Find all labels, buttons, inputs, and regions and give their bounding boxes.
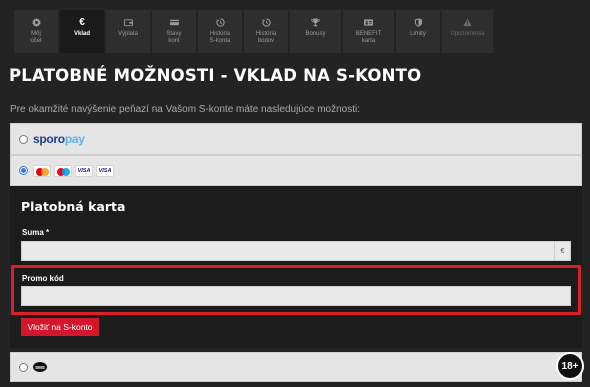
deposit-submit-button[interactable]: Vložiť na S-konto [21,318,99,336]
payment-option-sms[interactable]: SMS [10,352,582,382]
account-tabs: Môj účet € Vklad Výplata Stavy kont Hist… [14,10,493,53]
tab-my-account[interactable]: Môj účet [14,10,58,53]
card-radio[interactable] [19,166,28,175]
tab-account-history[interactable]: História S-konta [198,10,242,53]
id-card-icon [364,16,373,28]
sporopay-logo-part1: sporo [33,132,65,146]
amount-input[interactable]: € [21,241,571,261]
tab-notifications[interactable]: Upozornenia [442,10,493,53]
euro-icon: € [79,16,85,28]
history-icon [261,16,271,28]
visa-electron-icon: VISA [96,164,114,177]
tab-label: História bodov [255,31,277,44]
maestro-icon [54,164,72,177]
amount-label: Suma * [22,228,50,237]
mastercard-icon [33,164,51,177]
sporopay-logo-part2: pay [64,132,85,146]
tab-withdrawal[interactable]: Výplata [106,10,150,53]
tab-bonuses[interactable]: Bonusy [290,10,341,53]
promo-highlight-box [11,265,581,315]
tab-benefit-card[interactable]: BENEFIT karta [343,10,394,53]
trophy-icon [311,16,320,28]
euro-suffix: € [554,242,570,260]
tab-label: Výplata [117,31,138,37]
tab-label: BENEFIT karta [355,31,382,44]
sporopay-logo: sporopay [33,132,85,146]
tab-label: História S-konta [209,31,231,44]
intro-text: Pre okamžité navýšenie peňazí na Vašom S… [10,104,360,115]
sporopay-radio[interactable] [19,134,28,144]
tab-limits[interactable]: Limity [396,10,440,53]
tab-deposit[interactable]: € Vklad [60,10,104,53]
tab-label: Bonusy [305,31,326,37]
card-icon [169,16,179,28]
payment-option-sporopay[interactable]: sporopay [10,123,582,155]
wallet-icon [123,16,133,28]
tab-account-balances[interactable]: Stavy kont [152,10,196,53]
tab-label: Stavy kont [166,31,182,44]
visa-icon: VISA [75,164,93,177]
sms-icon: SMS [33,362,47,372]
tab-label: Upozornenia [450,31,485,37]
tab-points-history[interactable]: História bodov [244,10,288,53]
tab-label: Môj účet [30,31,42,44]
warning-icon [463,16,472,28]
sms-radio[interactable] [19,362,28,372]
tab-label: Vklad [73,31,90,37]
page-title: PLATOBNÉ MOŽNOSTI - VKLAD NA S-KONTO [9,66,422,85]
tab-label: Limity [410,31,426,37]
panel-title: Platobná karta [21,199,126,214]
age-restriction-badge: 18+ [556,352,584,380]
gear-icon [31,16,41,28]
history-icon [215,16,225,28]
shield-icon [414,16,423,28]
payment-option-card[interactable]: VISA VISA [10,155,582,186]
